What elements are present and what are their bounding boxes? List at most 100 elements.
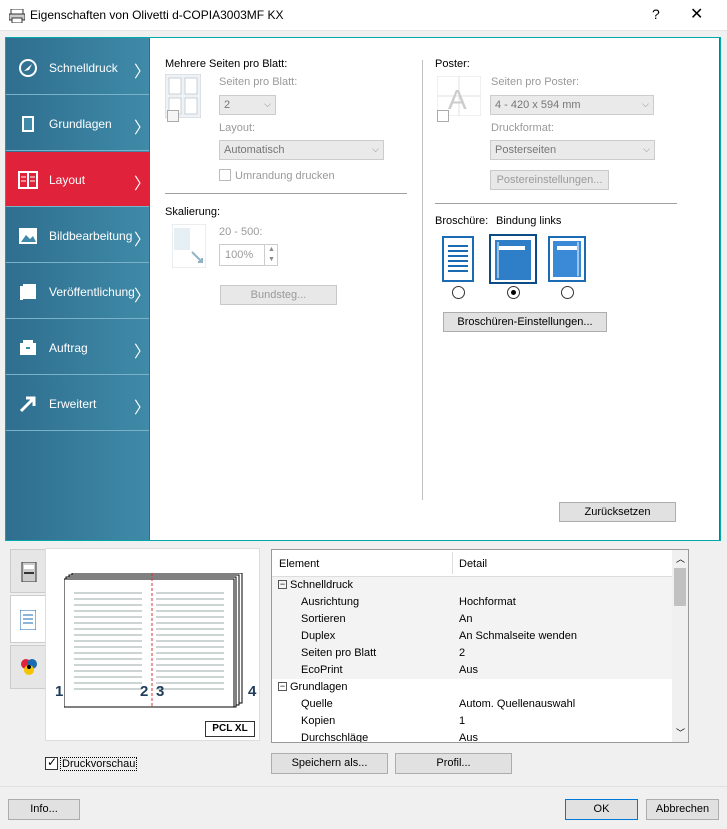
- image-icon: [19, 228, 37, 244]
- divider: [435, 203, 677, 204]
- scaling-icon: [172, 224, 206, 268]
- chevron-right-icon: 〉: [134, 400, 151, 417]
- brochure-left-radio[interactable]: [507, 286, 520, 299]
- divider: [165, 193, 407, 194]
- sidebar: Schnelldruck 〉 Grundlagen 〉 Layout 〉 Bil…: [6, 38, 151, 540]
- tab-printer-preview[interactable]: [10, 549, 46, 593]
- scrollbar-thumb[interactable]: [674, 568, 686, 606]
- window-title: Eigenschaften von Olivetti d-COPIA3003MF…: [30, 8, 284, 22]
- layout-select[interactable]: Automatisch ⌵: [219, 140, 384, 160]
- checkmark-icon: ✓: [47, 755, 58, 769]
- multi-pages-heading: Mehrere Seiten pro Blatt:: [165, 58, 288, 70]
- chevron-down-icon: ⌵: [264, 99, 271, 109]
- help-button[interactable]: ?: [652, 6, 660, 22]
- poster-pages-select[interactable]: 4 - 420 x 594 mm ⌵: [490, 95, 654, 115]
- brochure-heading: Broschüre:: [435, 215, 489, 227]
- sidebar-item-erweitert[interactable]: Erweitert 〉: [6, 376, 151, 431]
- profile-button[interactable]: Profil...: [395, 753, 512, 774]
- tab-color-preview[interactable]: [10, 645, 46, 689]
- advanced-icon: [19, 396, 36, 413]
- print-border-checkbox[interactable]: [219, 169, 231, 181]
- sidebar-item-grundlagen[interactable]: Grundlagen 〉: [6, 96, 151, 151]
- poster-checkbox[interactable]: [437, 110, 449, 122]
- print-preview-checkbox[interactable]: ✓: [45, 755, 58, 770]
- page-number-1: 1: [55, 683, 64, 700]
- collapse-icon[interactable]: −: [278, 682, 287, 691]
- scroll-down-icon[interactable]: ﹀: [676, 726, 685, 739]
- brochure-right-radio[interactable]: [561, 286, 574, 299]
- reset-button[interactable]: Zurücksetzen: [559, 502, 676, 522]
- brochure-right-binding-icon[interactable]: [548, 236, 586, 282]
- table-row: Ausrichtung Hochformat: [272, 594, 673, 611]
- column-element: Element: [279, 558, 320, 570]
- chevron-down-icon: ⌵: [372, 144, 379, 154]
- save-as-button[interactable]: Speichern als...: [271, 753, 388, 774]
- page-number-3: 3: [156, 683, 165, 700]
- scroll-up-icon[interactable]: ︿: [676, 552, 685, 565]
- printer-icon: [21, 562, 37, 582]
- tab-page-preview[interactable]: [10, 595, 46, 643]
- tree-group-row[interactable]: − Grundlagen: [272, 679, 673, 696]
- poster-settings-button[interactable]: Postereinstellungen...: [490, 170, 609, 190]
- job-icon: [20, 340, 36, 355]
- print-format-select[interactable]: Posterseiten ⌵: [490, 140, 655, 160]
- preview-text-lines: [74, 592, 224, 690]
- scaling-heading: Skalierung:: [165, 206, 221, 218]
- close-button[interactable]: ✕: [690, 4, 703, 24]
- footer-divider: [0, 786, 727, 787]
- svg-text:A: A: [448, 84, 467, 115]
- pages-per-sheet-label: Seiten pro Blatt:: [219, 76, 298, 88]
- color-icon: [21, 659, 37, 675]
- sidebar-item-auftrag[interactable]: Auftrag 〉: [6, 320, 151, 375]
- layout-panel: Mehrere Seiten pro Blatt: Seiten pro Bla…: [150, 38, 719, 540]
- table-row: Kopien 1: [301, 715, 466, 727]
- brochure-left-binding-icon[interactable]: [489, 234, 537, 284]
- spinner-arrows-icon[interactable]: ▲ ▼: [264, 245, 278, 265]
- chevron-right-icon: 〉: [134, 344, 151, 361]
- chevron-right-icon: 〉: [134, 288, 151, 305]
- scaling-spinner[interactable]: 100% ▲ ▼: [219, 244, 278, 266]
- multi-pages-checkbox[interactable]: [167, 110, 179, 122]
- chevron-down-icon: ⌵: [642, 99, 649, 109]
- collapse-icon[interactable]: −: [278, 580, 287, 589]
- brochure-settings-button[interactable]: Broschüren-Einstellungen...: [443, 312, 607, 332]
- tree-group-row[interactable]: − Schnelldruck: [272, 577, 673, 594]
- poster-heading: Poster:: [435, 58, 470, 70]
- sidebar-item-layout[interactable]: Layout 〉: [6, 152, 151, 207]
- chevron-right-icon: 〉: [134, 120, 151, 137]
- sidebar-item-schnelldruck[interactable]: Schnelldruck 〉: [6, 40, 150, 95]
- brochure-none-radio[interactable]: [452, 286, 465, 299]
- chevron-down-icon: ⌵: [643, 144, 650, 154]
- sidebar-item-veroeffentlichung[interactable]: Veröffentlichung 〉: [6, 264, 151, 319]
- document-icon: [20, 610, 36, 630]
- sidebar-item-bildbearbeitung[interactable]: Bildbearbeitung 〉: [6, 208, 151, 263]
- column-divider: [452, 552, 453, 574]
- chevron-right-icon: 〉: [134, 176, 151, 193]
- chevron-right-icon: 〉: [134, 232, 151, 249]
- pcl-badge: PCL XL: [205, 721, 255, 737]
- brochure-none-icon[interactable]: [442, 236, 474, 282]
- ok-button[interactable]: OK: [565, 799, 638, 820]
- layout-icon: [18, 171, 38, 189]
- info-button[interactable]: Info...: [8, 799, 80, 820]
- table-row: Duplex An Schmalseite wenden: [272, 628, 673, 645]
- pages-per-sheet-select[interactable]: 2 ⌵: [219, 95, 276, 115]
- table-row: Durchschläge Aus: [301, 732, 478, 742]
- scaling-range-label: 20 - 500:: [219, 226, 263, 238]
- publish-icon: [20, 284, 36, 300]
- settings-summary: Element Detail − Schnelldruck Ausrichtun…: [271, 549, 689, 743]
- title-bar: Eigenschaften von Olivetti d-COPIA3003MF…: [0, 0, 727, 31]
- page-number-2: 2: [140, 683, 149, 700]
- cancel-button[interactable]: Abbrechen: [646, 799, 719, 820]
- page-preview: 1 2 3 4 PCL XL: [45, 548, 260, 741]
- print-preview-label[interactable]: Druckvorschau: [60, 757, 138, 771]
- vertical-scrollbar[interactable]: ︿ ﹀: [672, 550, 688, 742]
- table-row: EcoPrint Aus: [272, 662, 673, 679]
- gutter-button[interactable]: Bundsteg...: [220, 285, 337, 305]
- brochure-binding-label: Bindung links: [496, 215, 562, 227]
- table-row: Seiten pro Blatt 2: [272, 645, 673, 662]
- column-detail: Detail: [459, 558, 488, 570]
- printer-icon: [9, 9, 25, 23]
- page-icon: [22, 116, 34, 132]
- print-format-label: Druckformat:: [491, 122, 554, 134]
